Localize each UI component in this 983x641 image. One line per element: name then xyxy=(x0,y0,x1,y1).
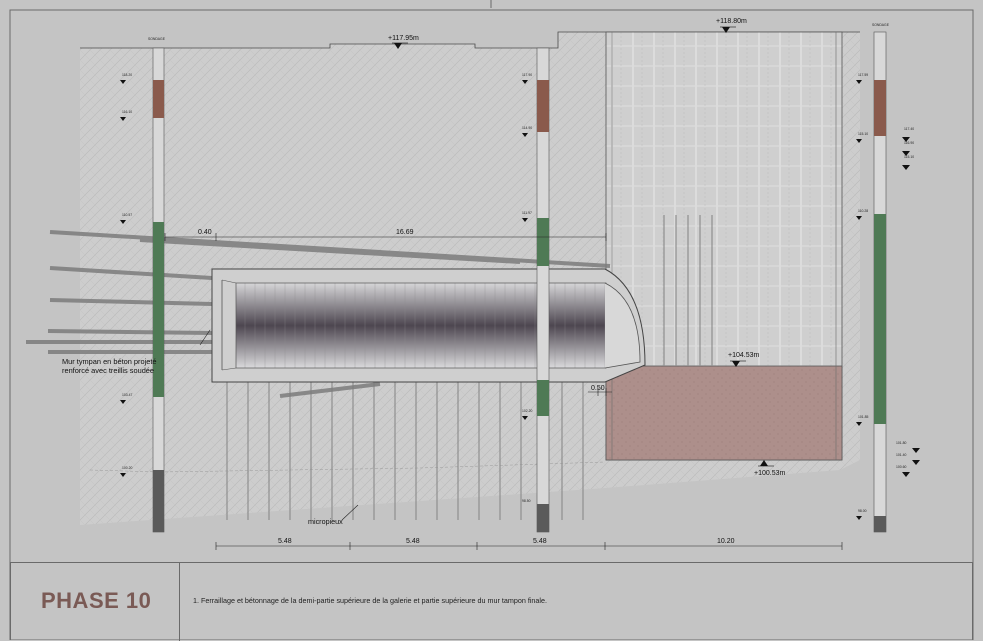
svg-text:111.97: 111.97 xyxy=(522,211,532,215)
svg-text:115.10: 115.10 xyxy=(858,132,868,136)
svg-text:102.20: 102.20 xyxy=(522,409,532,413)
svg-text:110.57: 110.57 xyxy=(122,213,132,217)
excavation-block xyxy=(605,31,843,461)
svg-text:SONDAGE: SONDAGE xyxy=(148,37,166,41)
gallery-section xyxy=(211,268,646,383)
svg-text:101.80: 101.80 xyxy=(896,441,906,445)
svg-text:micropieux: micropieux xyxy=(308,517,343,526)
phase-title: PHASE 10 xyxy=(41,588,152,613)
svg-text:117.40: 117.40 xyxy=(904,127,914,131)
svg-text:117.59: 117.59 xyxy=(858,73,868,77)
title-block: PHASE 10 1. Ferraillage et bétonnage de … xyxy=(10,562,973,641)
svg-text:110.28: 110.28 xyxy=(858,209,868,213)
borehole-log-right: SONDAGE 117.59 115.10 110.28 101.85 98.0… xyxy=(858,23,914,533)
dimension-label-upper-left: 0.40 xyxy=(198,229,212,236)
svg-text:+117.95m: +117.95m xyxy=(388,35,419,42)
svg-text:101.85: 101.85 xyxy=(858,415,868,419)
dimension-label-upper-span: 16.69 xyxy=(396,229,414,236)
phase-description: 1. Ferraillage et bétonnage de la demi-p… xyxy=(193,596,547,605)
svg-text:+100.53m: +100.53m xyxy=(754,470,785,477)
svg-text:116.10: 116.10 xyxy=(122,110,132,114)
svg-text:117.90: 117.90 xyxy=(522,73,532,77)
svg-text:98.50: 98.50 xyxy=(522,499,531,503)
svg-text:SONDAGE: SONDAGE xyxy=(872,23,890,27)
dimension-label-bottom-4: 10.20 xyxy=(717,538,735,545)
svg-text:115.10: 115.10 xyxy=(904,155,914,159)
svg-text:100.20: 100.20 xyxy=(122,466,132,470)
dimension-bottom xyxy=(215,542,843,550)
svg-text:100.60: 100.60 xyxy=(896,465,906,469)
svg-text:+118.80m: +118.80m xyxy=(716,18,747,25)
svg-text:114.90: 114.90 xyxy=(522,126,532,130)
title-block-divider xyxy=(179,563,180,641)
svg-text:renforcé avec treillis soudée: renforcé avec treillis soudée xyxy=(62,366,154,375)
svg-text:98.00: 98.00 xyxy=(858,509,867,513)
dimension-label-bottom-1: 5.48 xyxy=(278,538,292,545)
dimension-label-bottom-3: 5.48 xyxy=(533,538,547,545)
svg-text:116.90: 116.90 xyxy=(904,141,914,145)
svg-text:+104.53m: +104.53m xyxy=(728,352,759,359)
svg-text:118.20: 118.20 xyxy=(122,73,132,77)
svg-text:101.40: 101.40 xyxy=(896,453,906,457)
dimension-label-bottom-2: 5.48 xyxy=(406,538,420,545)
dimension-label-lower-gap: 0.50 xyxy=(591,385,605,392)
svg-text:103.47: 103.47 xyxy=(122,393,132,397)
elevation-marker-top-right: +118.80m xyxy=(716,18,747,33)
svg-text:Mur tympan en béton projeté: Mur tympan en béton projeté xyxy=(62,357,157,366)
section-drawing: SONDAGE 118.20 116.10 110.57 103.47 100.… xyxy=(9,0,974,640)
